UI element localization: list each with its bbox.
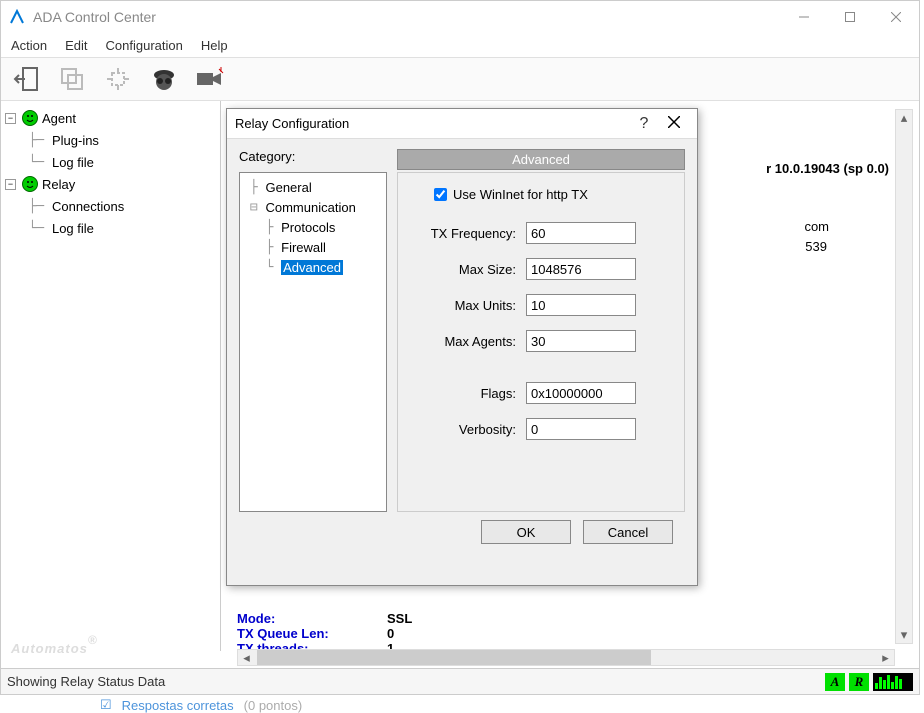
window-controls: [781, 2, 919, 32]
category-header: Advanced: [397, 149, 685, 170]
check-icon: ☑: [100, 697, 112, 713]
max-units-label: Max Units:: [406, 298, 516, 313]
status-indicators: A R: [825, 673, 913, 691]
cancel-button[interactable]: Cancel: [583, 520, 673, 544]
max-units-input[interactable]: [526, 294, 636, 316]
help-button[interactable]: ?: [629, 115, 659, 133]
use-wininet-checkbox[interactable]: [434, 188, 447, 201]
cat-general[interactable]: ├ General: [242, 177, 384, 197]
category-tree: ├ General ⊟ Communication ├ Protocols ├ …: [239, 172, 387, 512]
status-ok-icon: [22, 176, 38, 192]
copy-icon[interactable]: [53, 60, 91, 98]
category-label: Category:: [239, 149, 397, 170]
tx-freq-label: TX Frequency:: [406, 226, 516, 241]
footer-strip: ☑ Respostas corretas (0 pontos): [100, 697, 302, 713]
dialog-titlebar: Relay Configuration ?: [227, 109, 697, 139]
dialog-title: Relay Configuration: [235, 116, 629, 131]
footer-text: Respostas corretas: [122, 698, 234, 713]
verbosity-label: Verbosity:: [406, 422, 516, 437]
status-text: Showing Relay Status Data: [7, 674, 825, 689]
menu-action[interactable]: Action: [11, 38, 47, 53]
form-panel: Use WinInet for http TX TX Frequency: Ma…: [397, 172, 685, 512]
spy-icon[interactable]: [145, 60, 183, 98]
brand-watermark: Automatos®: [11, 632, 98, 660]
indicator-a: A: [825, 673, 845, 691]
flags-input[interactable]: [526, 382, 636, 404]
mode-value: SSL: [387, 611, 412, 626]
indicator-r: R: [849, 673, 869, 691]
menu-help[interactable]: Help: [201, 38, 228, 53]
horizontal-scrollbar[interactable]: ◂▸: [237, 649, 895, 666]
status-ok-icon: [22, 110, 38, 126]
menu-edit[interactable]: Edit: [65, 38, 87, 53]
tree-relay-log[interactable]: └─ Log file: [5, 217, 216, 239]
flags-label: Flags:: [406, 386, 516, 401]
tree-relay[interactable]: − Relay: [5, 173, 216, 195]
verbosity-input[interactable]: [526, 418, 636, 440]
txq-value: 0: [387, 626, 394, 641]
tree-agent-log[interactable]: └─ Log file: [5, 151, 216, 173]
tree-connections[interactable]: ├─ Connections: [5, 195, 216, 217]
maximize-button[interactable]: [827, 2, 873, 32]
use-wininet-label: Use WinInet for http TX: [453, 187, 588, 202]
max-size-input[interactable]: [526, 258, 636, 280]
mode-label: Mode:: [237, 611, 387, 626]
dialog-body: Category: Advanced ├ General ⊟ Communica…: [227, 139, 697, 554]
titlebar: ADA Control Center: [1, 1, 919, 33]
txq-label: TX Queue Len:: [237, 626, 387, 641]
tx-freq-input[interactable]: [526, 222, 636, 244]
toolbar: [1, 57, 919, 101]
app-icon: [9, 9, 25, 25]
exit-icon[interactable]: [7, 60, 45, 98]
vertical-scrollbar[interactable]: ▴ ▾: [895, 109, 913, 644]
cat-advanced[interactable]: └ Advanced: [242, 257, 384, 277]
relay-config-dialog: Relay Configuration ? Category: Advanced…: [226, 108, 698, 586]
dialog-close-button[interactable]: [659, 116, 689, 131]
statusbar: Showing Relay Status Data A R: [1, 668, 919, 694]
cat-communication[interactable]: ⊟ Communication: [242, 197, 384, 217]
max-agents-label: Max Agents:: [406, 334, 516, 349]
menu-configuration[interactable]: Configuration: [106, 38, 183, 53]
footer-points: (0 pontos): [244, 698, 303, 713]
max-size-label: Max Size:: [406, 262, 516, 277]
sidebar-tree: − Agent ├─ Plug-ins └─ Log file − Relay …: [1, 101, 221, 651]
max-agents-input[interactable]: [526, 330, 636, 352]
cat-protocols[interactable]: ├ Protocols: [242, 217, 384, 237]
os-version: r 10.0.19043 (sp 0.0): [766, 161, 889, 176]
collapse-icon[interactable]: −: [5, 113, 16, 124]
close-button[interactable]: [873, 2, 919, 32]
collapse-icon[interactable]: −: [5, 179, 16, 190]
info-line-2: 539: [805, 239, 827, 254]
info-line-1: com: [804, 219, 829, 234]
camera-icon[interactable]: [191, 60, 229, 98]
minimize-button[interactable]: [781, 2, 827, 32]
cat-firewall[interactable]: ├ Firewall: [242, 237, 384, 257]
window-title: ADA Control Center: [33, 9, 781, 25]
indicator-bars: [873, 673, 913, 691]
target-icon[interactable]: [99, 60, 137, 98]
tree-plugins[interactable]: ├─ Plug-ins: [5, 129, 216, 151]
ok-button[interactable]: OK: [481, 520, 571, 544]
tree-agent[interactable]: − Agent: [5, 107, 216, 129]
menubar: Action Edit Configuration Help: [1, 33, 919, 57]
